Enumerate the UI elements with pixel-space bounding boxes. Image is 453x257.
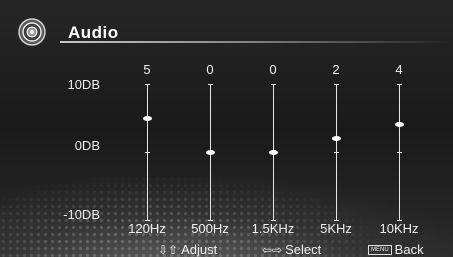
band-tick — [397, 84, 402, 85]
band-slider-knob[interactable] — [205, 149, 215, 155]
back-hint[interactable]: MENU Back — [368, 242, 424, 257]
equalizer: 5 120Hz 0 500Hz 0 1.5KHz 2 5KHz 4 10KHz — [0, 0, 453, 257]
band-value-label: 5 — [143, 62, 151, 77]
band-tick — [145, 84, 150, 85]
adjust-hint: ⇩⇧ Adjust — [158, 242, 217, 257]
band-tick — [145, 152, 150, 153]
band-tick — [334, 84, 339, 85]
band-value-label: 2 — [332, 62, 340, 77]
band-slider-knob[interactable] — [268, 149, 278, 155]
left-right-arrows-icon: ⇦⇨ — [262, 243, 283, 257]
menu-key-icon: MENU — [368, 244, 392, 255]
select-label: Select — [285, 242, 322, 257]
band-slider-knob[interactable] — [331, 135, 341, 141]
band-slider-knob[interactable] — [142, 115, 152, 121]
band-tick — [208, 84, 213, 85]
band-frequency-label: 120Hz — [128, 221, 166, 236]
band-frequency-label: 500Hz — [191, 221, 229, 236]
band-frequency-label: 1.5KHz — [251, 221, 295, 236]
up-down-arrows-icon: ⇩⇧ — [158, 243, 179, 257]
back-label: Back — [394, 242, 424, 257]
band-frequency-label: 5KHz — [320, 221, 352, 236]
band-slider-knob[interactable] — [394, 122, 404, 128]
band-frequency-label: 10KHz — [379, 221, 419, 236]
band-value-label: 0 — [206, 62, 214, 77]
audio-screen: Audio 10DB 0DB -10DB 5 120Hz 0 500Hz 0 1.5KHz… — [0, 0, 453, 257]
band-tick — [334, 152, 339, 153]
band-value-label: 0 — [269, 62, 277, 77]
adjust-label: Adjust — [181, 242, 218, 257]
band-value-label: 4 — [395, 62, 403, 77]
select-hint: ⇦⇨ Select — [262, 242, 321, 257]
band-tick — [271, 84, 276, 85]
footer-hints: ⇩⇧ Adjust ⇦⇨ Select MENU Back — [0, 242, 453, 257]
band-tick — [397, 152, 402, 153]
